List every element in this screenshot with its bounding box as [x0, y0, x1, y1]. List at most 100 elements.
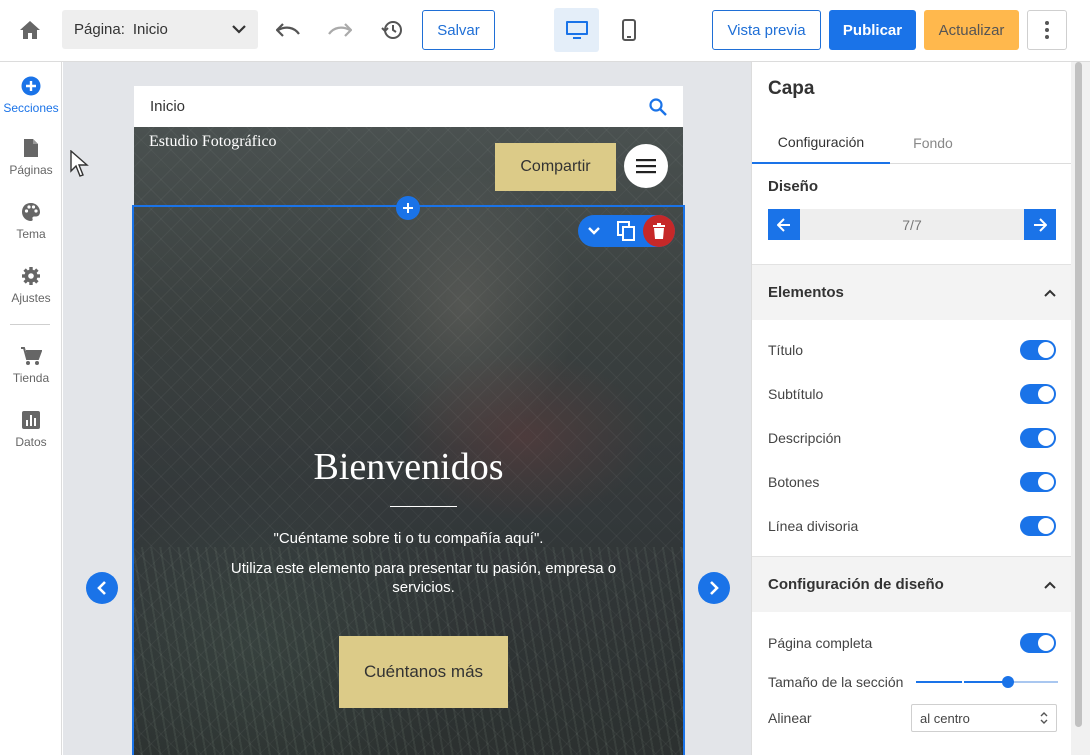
chevron-down-icon [588, 227, 600, 235]
desktop-view-button[interactable] [554, 8, 599, 52]
design-settings-group-header[interactable]: Configuración de diseño [752, 556, 1071, 612]
nav-data-label: Datos [15, 435, 47, 449]
layout-navigator: 7/7 [768, 209, 1056, 240]
align-select-value: al centro [920, 710, 970, 726]
element-description-toggle[interactable] [1020, 428, 1056, 448]
nav-theme-label: Tema [16, 227, 46, 241]
tab-background[interactable]: Fondo [890, 122, 976, 164]
hero-title[interactable]: Bienvenidos [134, 445, 683, 489]
section-size-slider-thumb[interactable] [1002, 676, 1014, 688]
nav-theme[interactable]: Tema [0, 200, 62, 256]
duplicate-section-button[interactable] [610, 215, 642, 247]
cart-icon [19, 344, 43, 368]
redo-icon [328, 23, 352, 37]
element-row-description: Descripción [752, 423, 1071, 453]
search-icon[interactable] [649, 97, 667, 116]
page-icon [19, 136, 43, 160]
section-size-slider-tick [962, 681, 964, 683]
element-row-buttons: Botones [752, 467, 1071, 497]
full-page-label: Página completa [768, 635, 873, 651]
nav-pages-label: Páginas [9, 163, 53, 177]
nav-data[interactable]: Datos [0, 408, 62, 464]
nav-sections-label: Secciones [3, 101, 59, 115]
plus-icon [403, 203, 413, 213]
full-page-toggle[interactable] [1020, 633, 1056, 653]
properties-panel: Capa Configuración Fondo Diseño 7/7 Elem… [751, 62, 1071, 755]
save-button[interactable]: Salvar [422, 10, 495, 50]
chevron-left-icon [97, 581, 106, 595]
element-subtitle-toggle[interactable] [1020, 384, 1056, 404]
gear-icon [19, 264, 43, 288]
delete-section-button[interactable] [643, 215, 675, 247]
chevron-down-icon [232, 25, 246, 34]
home-button[interactable] [12, 12, 48, 48]
chevron-right-icon [710, 581, 719, 595]
hero-divider [390, 506, 457, 507]
section-size-label: Tamaño de la sección [768, 674, 904, 690]
chevron-up-icon [1044, 581, 1056, 589]
desktop-icon [565, 21, 588, 39]
layout-next-button[interactable] [1024, 209, 1056, 240]
nav-sections[interactable]: Secciones [0, 74, 62, 130]
element-buttons-toggle[interactable] [1020, 472, 1056, 492]
mobile-view-button[interactable] [607, 8, 651, 52]
site-brand[interactable]: Estudio Fotográfico [149, 133, 277, 151]
elements-group-header[interactable]: Elementos [752, 264, 1071, 320]
section-toolbar [578, 215, 675, 247]
more-options-button[interactable] [1027, 10, 1067, 50]
arrow-right-icon [1034, 217, 1047, 232]
panel-scrollbar[interactable] [1071, 62, 1090, 755]
page-selector-value: Inicio [132, 21, 168, 38]
element-title-label: Título [768, 342, 804, 358]
section-collapse-button[interactable] [578, 215, 610, 247]
hero-description[interactable]: Utiliza este elemento para presentar tu … [214, 559, 633, 597]
cta-button[interactable]: Cuéntanos más [339, 636, 508, 708]
nav-divider [10, 324, 50, 325]
next-layout-arrow[interactable] [698, 572, 730, 604]
section-size-slider-rest [1008, 681, 1058, 683]
undo-button[interactable] [270, 12, 306, 48]
select-arrows-icon [1040, 712, 1048, 724]
layout-counter: 7/7 [902, 216, 922, 233]
section-size-slider[interactable] [916, 676, 1058, 688]
panel-title: Capa [768, 78, 815, 99]
editor-canvas[interactable]: Inicio Estudio Fotográfico Compartir Bie… [63, 62, 751, 755]
align-label: Alinear [768, 710, 812, 726]
top-toolbar: Página: Inicio Salvar Vista previa Publi… [0, 0, 1090, 62]
trash-icon [653, 223, 665, 239]
nav-store[interactable]: Tienda [0, 344, 62, 400]
arrow-left-icon [777, 217, 790, 232]
more-vertical-icon [1045, 21, 1049, 39]
nav-settings[interactable]: Ajustes [0, 264, 62, 320]
history-button[interactable] [374, 12, 410, 48]
align-select[interactable]: al centro [911, 704, 1057, 732]
hero-subtitle[interactable]: "Cuéntame sobre ti o tu compañía aquí". [134, 530, 683, 547]
align-row: Alinear al centro [752, 704, 1071, 732]
nav-store-label: Tienda [12, 371, 50, 385]
site-header[interactable]: Inicio [134, 86, 683, 127]
tab-configuration[interactable]: Configuración [752, 122, 890, 164]
element-row-divider: Línea divisoria [752, 511, 1071, 541]
element-description-label: Descripción [768, 430, 842, 446]
palette-icon [19, 200, 43, 224]
update-button[interactable]: Actualizar [924, 10, 1019, 50]
share-button[interactable]: Compartir [495, 143, 616, 191]
menu-button[interactable] [624, 144, 668, 188]
nav-pages[interactable]: Páginas [0, 136, 62, 192]
element-divider-label: Línea divisoria [768, 518, 859, 534]
element-title-toggle[interactable] [1020, 340, 1056, 360]
layout-prev-button[interactable] [768, 209, 800, 240]
redo-button[interactable] [322, 12, 358, 48]
publish-button[interactable]: Publicar [829, 10, 916, 50]
add-section-button[interactable] [396, 196, 420, 220]
element-row-title: Título [752, 335, 1071, 365]
panel-scrollbar-thumb[interactable] [1075, 62, 1082, 727]
copy-icon [617, 221, 635, 241]
chevron-up-icon [1044, 289, 1056, 297]
element-divider-toggle[interactable] [1020, 516, 1056, 536]
history-icon [381, 21, 402, 39]
preview-button[interactable]: Vista previa [712, 10, 821, 50]
previous-layout-arrow[interactable] [86, 572, 118, 604]
element-buttons-label: Botones [768, 474, 820, 490]
page-selector[interactable]: Página: Inicio [62, 10, 258, 49]
